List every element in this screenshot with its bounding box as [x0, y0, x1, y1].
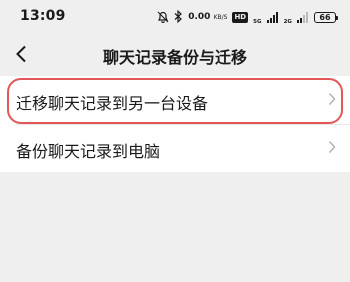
signal-2-label: 2G [283, 18, 292, 25]
status-time: 13:09 [20, 8, 66, 24]
page-title: 聊天记录备份与迁移 [102, 48, 247, 67]
signal-2-icon: 2G [284, 8, 309, 27]
signal-1-label: 5G [253, 18, 262, 25]
status-bar: 13:09 0.00 KB/S HD 5G 2G 66 [0, 0, 350, 34]
settings-list: 迁移聊天记录到另一台设备 备份聊天记录到电脑 [0, 76, 350, 172]
chevron-right-icon [328, 92, 336, 106]
nav-bar: 聊天记录备份与迁移 [0, 34, 350, 74]
status-icons: 0.00 KB/S HD 5G 2G 66 [157, 7, 338, 27]
net-speed-unit: KB/S [213, 14, 228, 21]
list-item-label: 迁移聊天记录到另一台设备 [16, 94, 209, 113]
hd-badge: HD [232, 11, 249, 23]
list-item-backup-to-computer[interactable]: 备份聊天记录到电脑 [0, 124, 350, 172]
list-item-migrate-to-device[interactable]: 迁移聊天记录到另一台设备 [0, 76, 350, 124]
bluetooth-icon [174, 8, 183, 27]
battery-icon: 66 [314, 11, 338, 23]
list-item-label: 备份聊天记录到电脑 [16, 142, 161, 161]
net-speed-value: 0.00 [188, 12, 211, 22]
chevron-right-icon [328, 140, 336, 154]
alarm-icon [157, 8, 169, 27]
net-speed: 0.00 KB/S [188, 12, 228, 22]
signal-1-icon: 5G [253, 8, 278, 27]
